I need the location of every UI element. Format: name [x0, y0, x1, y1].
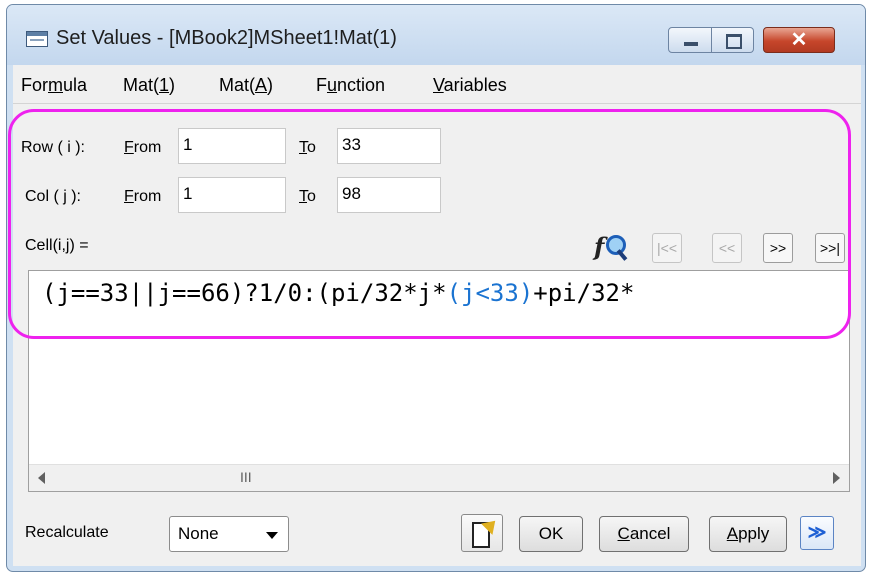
formula-editor[interactable]: (j==33||j==66)?1/0:(pi/32*j*(j<33)+pi/32… [28, 270, 850, 492]
apply-button[interactable]: Apply [709, 516, 787, 552]
scroll-right-icon[interactable] [833, 472, 840, 484]
row-to-label: To [299, 139, 316, 156]
menu-variables[interactable]: Variables [433, 75, 507, 96]
first-button[interactable]: |<< [652, 233, 682, 263]
minimize-button[interactable] [668, 27, 712, 53]
row-label: Row ( i ): [21, 139, 85, 156]
app-icon [26, 31, 48, 47]
col-to-input[interactable]: 98 [337, 177, 441, 213]
maximize-button[interactable] [712, 27, 754, 53]
cell-label: Cell(i,j) = [25, 237, 89, 254]
expand-button[interactable]: ≫ [800, 516, 834, 550]
previous-button[interactable]: << [712, 233, 742, 263]
recalculate-value: None [178, 524, 219, 543]
scroll-thumb[interactable]: III [240, 469, 252, 485]
menu-bar: Formula Mat(1) Mat(A) Function Variables [13, 65, 861, 104]
col-from-input[interactable]: 1 [178, 177, 286, 213]
close-button[interactable]: ✕ [763, 27, 835, 53]
col-to-label: To [299, 188, 316, 205]
last-button[interactable]: >>| [815, 233, 845, 263]
row-from-input[interactable]: 1 [178, 128, 286, 164]
col-label: Col ( j ): [25, 188, 81, 205]
ok-button[interactable]: OK [519, 516, 583, 552]
open-tools-button[interactable] [461, 514, 503, 552]
title-bar[interactable]: Set Values - [MBook2]MSheet1!Mat(1) ✕ [7, 5, 865, 65]
formula-text: (j==33||j==66)?1/0:(pi/32*j*(j<33)+pi/32… [42, 279, 635, 307]
scroll-left-icon[interactable] [38, 472, 45, 484]
recalculate-select[interactable]: None [169, 516, 289, 552]
cancel-button[interactable]: Cancel [599, 516, 689, 552]
menu-formula[interactable]: Formula [21, 75, 87, 96]
chevron-down-icon [266, 532, 278, 539]
function-finder-button[interactable]: f [592, 230, 628, 264]
col-from-label: From [124, 188, 162, 205]
next-button[interactable]: >> [763, 233, 793, 263]
row-from-label: From [124, 139, 162, 156]
menu-function[interactable]: Function [316, 75, 385, 96]
horizontal-scrollbar[interactable]: III [29, 464, 849, 491]
recalculate-label: Recalculate [25, 524, 109, 541]
dialog-body: Row ( i ): From 1 To 33 Col ( j ): From … [13, 104, 861, 566]
row-to-input[interactable]: 33 [337, 128, 441, 164]
maximize-icon [726, 34, 742, 49]
set-values-dialog: Set Values - [MBook2]MSheet1!Mat(1) ✕ Fo… [6, 4, 866, 572]
menu-mat-1[interactable]: Mat(1) [123, 75, 175, 96]
function-finder-icon: f [594, 232, 605, 261]
close-icon: ✕ [790, 29, 808, 51]
menu-mat-a[interactable]: Mat(A) [219, 75, 273, 96]
window-title: Set Values - [MBook2]MSheet1!Mat(1) [56, 27, 397, 49]
minimize-icon [684, 42, 698, 46]
